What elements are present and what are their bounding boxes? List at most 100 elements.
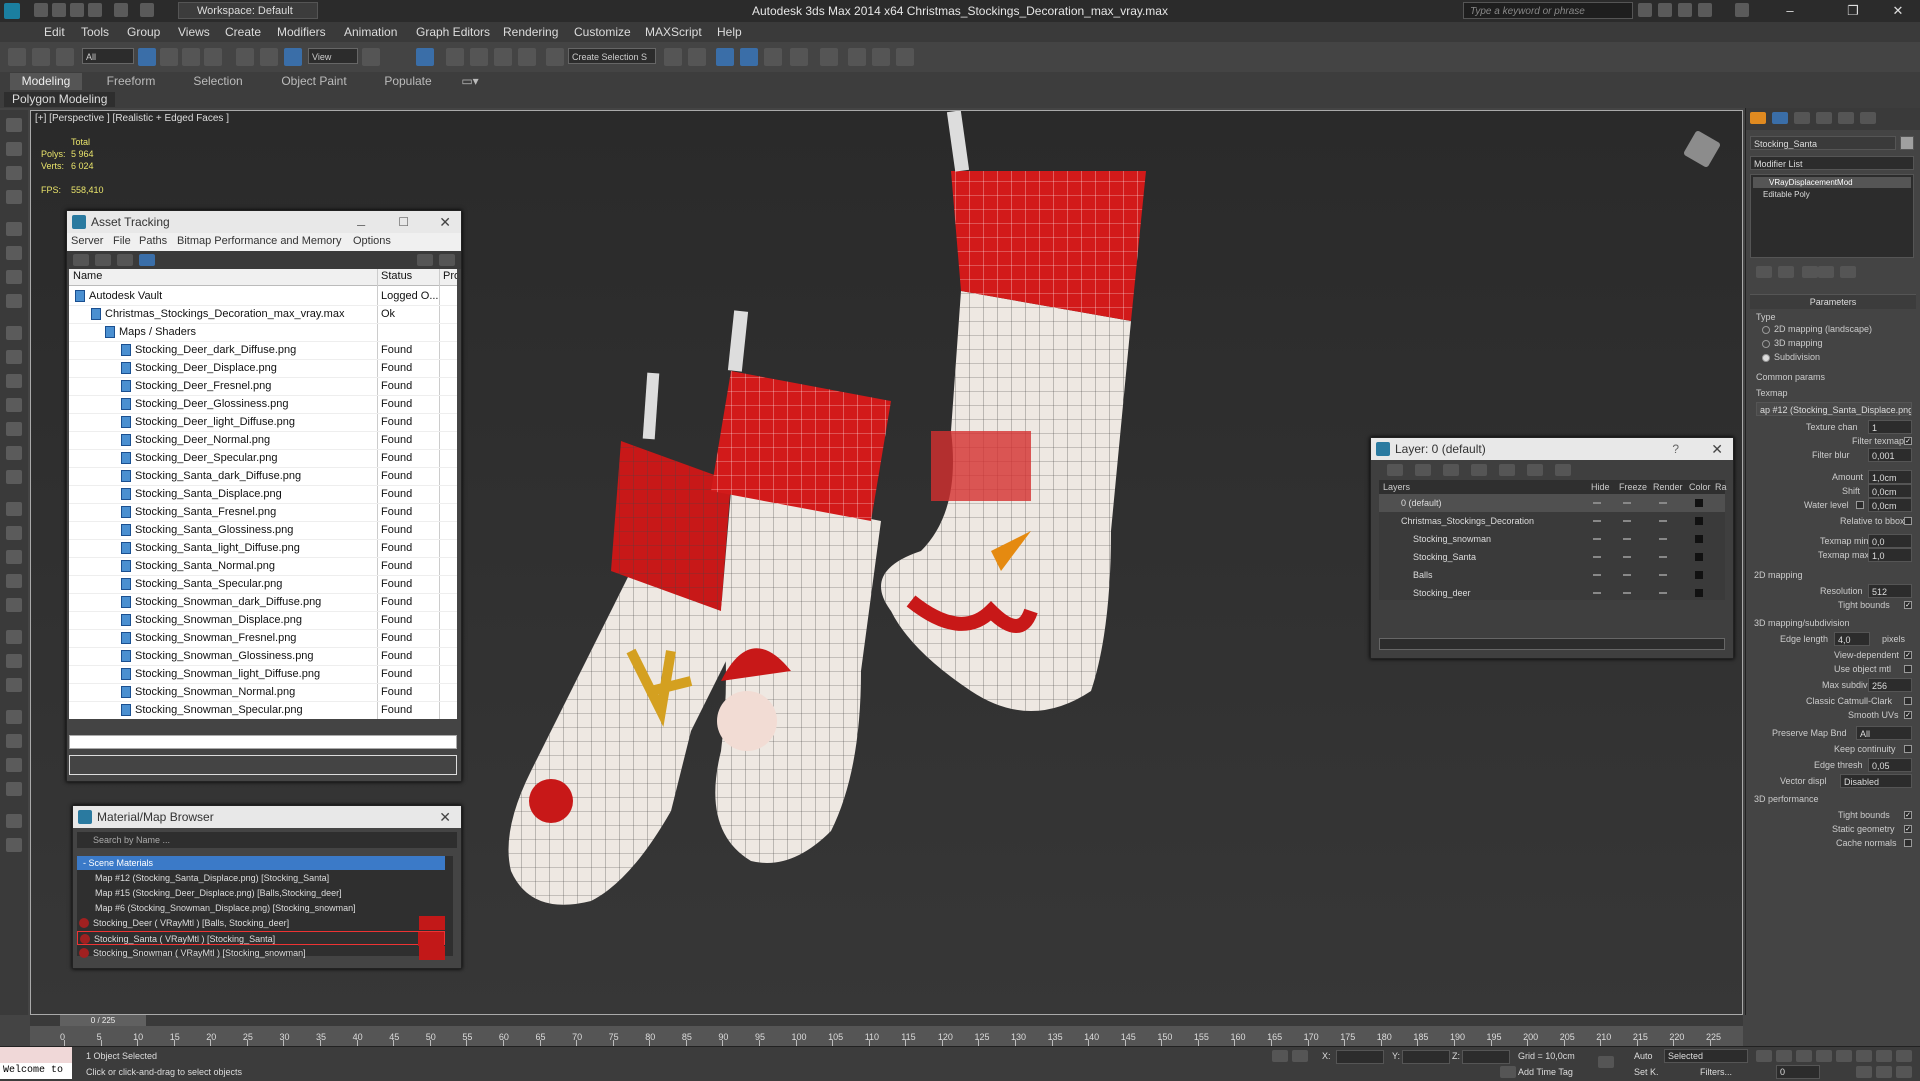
object-color-swatch[interactable] [1900,136,1914,150]
settings-icon[interactable] [439,254,455,266]
static-geometry-checkbox[interactable]: ✓ [1904,825,1912,833]
radio-3d-mapping[interactable] [1762,340,1770,348]
asset-row[interactable]: Stocking_Santa_Normal.png Found [69,557,457,576]
texture-chan-field[interactable]: 1 [1868,420,1912,434]
globe-icon[interactable] [6,630,22,644]
tab-selection[interactable]: Selection [180,73,256,90]
table-icon[interactable] [117,254,133,266]
menu-rendering[interactable]: Rendering [503,25,558,39]
material-item[interactable]: Map #15 (Stocking_Deer_Displace.png) [Ba… [77,886,445,900]
script-icon[interactable] [6,734,22,748]
scene-explorer-icon[interactable] [716,48,734,66]
water-level-field[interactable]: 0,0cm [1868,498,1912,512]
layer-color-swatch[interactable] [1695,571,1703,579]
pen-icon[interactable] [6,574,22,588]
freeze-toggle[interactable] [1623,592,1631,594]
pivot-icon[interactable] [362,48,380,66]
question-icon[interactable] [6,838,22,852]
at-path-field[interactable] [69,755,457,775]
tight-bounds-checkbox[interactable]: ✓ [1904,811,1912,819]
asset-row[interactable]: Stocking_Deer_light_Diffuse.png Found [69,413,457,432]
reference-coordinate-dropdown[interactable]: View [308,48,358,64]
select-in-layer-icon[interactable] [1471,464,1487,476]
remove-modifier-icon[interactable] [1818,266,1834,278]
layer-color-swatch[interactable] [1695,535,1703,543]
sphere-icon[interactable] [6,350,22,364]
edge-length-field[interactable]: 4,0 [1834,632,1870,646]
use-object-mtl-checkbox[interactable] [1904,665,1912,673]
select-object-icon[interactable] [138,48,156,66]
close-icon[interactable]: ✕ [439,211,451,233]
at-menu-options[interactable]: Options [353,235,391,247]
asset-row[interactable]: Stocking_Snowman_Glossiness.png Found [69,647,457,666]
smooth-uvs-checkbox[interactable]: ✓ [1904,711,1912,719]
layer-row[interactable]: Balls [1379,566,1725,584]
current-frame-field[interactable]: 0 [1776,1065,1820,1079]
time-tag-icon[interactable] [1500,1066,1516,1078]
refresh-icon[interactable] [73,254,89,266]
close-icon[interactable]: ✕ [439,806,451,828]
graphite-toggle-icon[interactable] [764,48,782,66]
col-status[interactable]: Status [381,270,412,282]
restore-icon[interactable]: ❐ [1833,2,1873,20]
subscription-icon[interactable] [1658,3,1672,17]
cone-icon[interactable] [6,422,22,436]
light-icon[interactable] [6,246,22,260]
add-to-layer-icon[interactable] [1443,464,1459,476]
asset-row[interactable]: Maps / Shaders [69,323,457,342]
search-input[interactable]: Type a keyword or phrase [1463,2,1633,19]
stocking-santa[interactable] [711,310,891,863]
filter-texmap-checkbox[interactable]: ✓ [1904,437,1912,445]
hide-toggle[interactable] [1593,556,1601,558]
go-to-end-icon[interactable] [1836,1050,1852,1062]
particle-icon[interactable] [6,502,22,516]
absolute-mode-icon[interactable] [1292,1050,1308,1062]
add-time-tag[interactable]: Add Time Tag [1518,1067,1573,1077]
render-icon[interactable] [6,710,22,724]
menu-edit[interactable]: Edit [44,25,65,39]
layer-row[interactable]: Stocking_deer [1379,584,1725,602]
zoom-extents-icon[interactable] [1896,1050,1912,1062]
asset-row[interactable]: Stocking_Snowman_Normal.png Found [69,683,457,702]
menu-customize[interactable]: Customize [574,25,631,39]
align-icon[interactable] [688,48,706,66]
col-render[interactable]: Render [1653,480,1683,494]
layout-icon[interactable] [6,814,22,828]
asset-row[interactable]: Stocking_Santa_Fresnel.png Found [69,503,457,522]
asset-row[interactable]: Autodesk Vault Logged O... [69,287,457,306]
menu-create[interactable]: Create [225,25,261,39]
tab-populate[interactable]: Populate [370,73,446,90]
angle-snap-icon[interactable] [470,48,488,66]
water-level-checkbox[interactable] [1856,501,1864,509]
at-horizontal-scrollbar[interactable] [69,735,457,749]
x-coordinate-field[interactable] [1336,1050,1384,1064]
freeze-all-icon[interactable] [1555,464,1571,476]
binoculars-icon[interactable] [1638,3,1652,17]
stocking-snowman[interactable] [881,111,1146,711]
asset-row[interactable]: Stocking_Deer_Glossiness.png Found [69,395,457,414]
texmap-button[interactable]: ap #12 (Stocking_Santa_Displace.png) [1756,402,1912,416]
keep-continuity-checkbox[interactable] [1904,745,1912,753]
asset-row[interactable]: Stocking_Deer_Fresnel.png Found [69,377,457,396]
delete-layer-icon[interactable] [1415,464,1431,476]
rotate-icon[interactable] [260,48,278,66]
material-item[interactable]: Map #12 (Stocking_Santa_Displace.png) [S… [77,871,445,885]
show-end-result-icon[interactable] [1778,266,1794,278]
amount-field[interactable]: 1,0cm [1868,470,1912,484]
layer-row[interactable]: 0 (default) [1379,494,1725,512]
edge-thresh-field[interactable]: 0,05 [1868,758,1912,772]
cache-normals-checkbox[interactable] [1904,839,1912,847]
paint-icon[interactable] [6,550,22,564]
help-icon[interactable]: ? [1672,438,1679,460]
shift-field[interactable]: 0,0cm [1868,484,1912,498]
move-icon[interactable] [236,48,254,66]
maxscript-mini-listener[interactable]: Welcome to [0,1063,72,1079]
asset-tracking-titlebar[interactable]: Asset Tracking _ ☐ ✕ [67,210,461,233]
close-icon[interactable]: ✕ [1711,438,1723,460]
render-toggle[interactable] [1659,502,1667,504]
asset-row[interactable]: Stocking_Snowman_Specular.png Found [69,701,457,719]
key-filter-dropdown[interactable]: Selected [1664,1049,1748,1063]
exchange-icon[interactable] [1678,3,1692,17]
render-setup-icon[interactable] [848,48,866,66]
orbit-icon[interactable] [1896,1066,1912,1078]
